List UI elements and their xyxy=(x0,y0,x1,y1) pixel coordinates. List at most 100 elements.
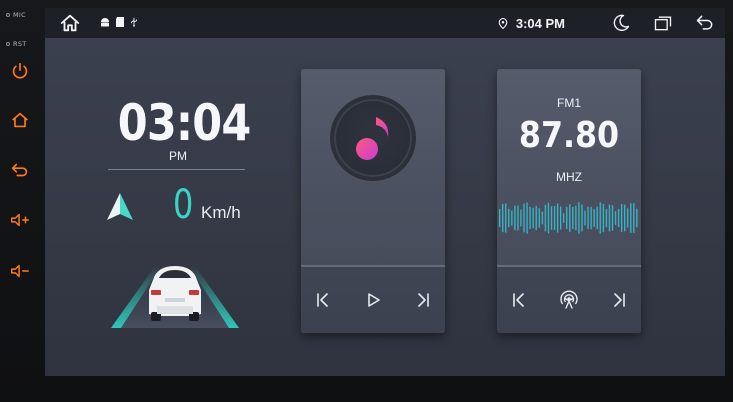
waveform-bar xyxy=(575,205,577,231)
radio-frequency: 87.80 xyxy=(518,115,620,156)
speed-value: 0 xyxy=(173,182,194,228)
music-previous-button[interactable] xyxy=(313,290,333,310)
power-icon xyxy=(12,62,28,79)
waveform-bar xyxy=(550,206,553,230)
waveform-bar xyxy=(593,209,595,227)
waveform-bar xyxy=(553,206,556,230)
reset-hole-icon xyxy=(6,42,10,46)
music-next-button[interactable] xyxy=(413,290,433,310)
waveform-bar xyxy=(535,205,537,231)
waveform-bar xyxy=(499,209,501,227)
waveform-bar xyxy=(578,202,580,234)
night-mode-icon[interactable] xyxy=(611,13,631,33)
radio-band: FM1 xyxy=(557,96,581,110)
navigation-arrow-icon[interactable] xyxy=(104,191,136,223)
waveform-bar xyxy=(520,209,522,227)
home-icon xyxy=(12,112,28,128)
waveform-bar xyxy=(596,206,598,230)
speed-unit: Km/h xyxy=(201,203,241,222)
clock-time[interactable]: 03:04 xyxy=(118,94,251,152)
waveform-bar xyxy=(590,206,592,230)
waveform-bar xyxy=(608,204,611,232)
clock-ampm: PM xyxy=(169,149,187,163)
hw-volume-down-button[interactable] xyxy=(9,260,31,282)
hardware-side-keys: MIC RST xyxy=(0,0,44,402)
waveform-bar xyxy=(605,208,608,228)
previous-icon xyxy=(317,293,328,307)
waveform-bar xyxy=(614,211,617,225)
status-right-cluster: 3:04 PM xyxy=(498,8,715,38)
waveform-bar xyxy=(636,208,638,228)
waveform-bar xyxy=(624,204,626,232)
rst-indicator[interactable]: RST xyxy=(6,40,27,48)
waveform-bar xyxy=(566,206,568,230)
waveform-bar xyxy=(611,205,614,231)
waveform-bar xyxy=(514,205,516,231)
mic-hole-icon xyxy=(6,13,10,17)
waveform-bar xyxy=(621,203,623,233)
radio-card[interactable]: FM1 87.80 MHZ xyxy=(497,69,641,333)
waveform-bar xyxy=(544,204,547,232)
radio-signal-button[interactable] xyxy=(559,290,579,310)
waveform-bar xyxy=(560,206,562,230)
radio-next-button[interactable] xyxy=(609,290,629,310)
waveform-bar xyxy=(581,204,583,232)
status-home-button[interactable] xyxy=(59,12,81,34)
head-unit-bezel: MIC RST 3:04 PM 03:04 PM 0 Km/h FM1 87.8… xyxy=(0,0,733,402)
waveform-bar xyxy=(505,203,507,233)
radio-previous-button[interactable] xyxy=(509,290,529,310)
waveform-bar xyxy=(630,203,632,233)
system-status-icons xyxy=(99,16,139,28)
waveform-bar xyxy=(633,203,635,233)
waveform-bar xyxy=(569,204,571,232)
music-disc[interactable] xyxy=(330,95,416,181)
radio-unit: MHZ xyxy=(556,170,582,184)
sd-card-icon xyxy=(116,17,124,27)
waveform-bar xyxy=(538,208,541,228)
location-pin-icon xyxy=(498,17,508,29)
clock-divider xyxy=(108,169,245,170)
display-screen: 3:04 PM 03:04 PM 0 Km/h FM1 87.80 MHZ xyxy=(45,8,725,376)
volume-up-icon xyxy=(11,213,29,227)
waveform-bar xyxy=(584,210,586,226)
waveform-bar xyxy=(508,208,510,228)
back-icon xyxy=(11,163,28,177)
waveform-bar xyxy=(617,208,620,228)
music-play-button[interactable] xyxy=(363,290,383,310)
waveform-bar xyxy=(627,208,629,228)
mic-label: MIC xyxy=(13,11,26,19)
car-road-illustration xyxy=(111,266,239,328)
usb-icon xyxy=(131,17,137,27)
waveform-bar xyxy=(599,202,602,234)
recent-apps-icon[interactable] xyxy=(653,13,673,33)
waveform-bar xyxy=(523,203,525,233)
hw-home-button[interactable] xyxy=(9,109,31,131)
play-icon xyxy=(368,293,380,307)
music-controls xyxy=(301,267,445,333)
hw-back-button[interactable] xyxy=(9,159,31,181)
waveform-bar xyxy=(587,206,589,230)
mic-indicator: MIC xyxy=(6,11,26,19)
hw-power-button[interactable] xyxy=(9,60,31,82)
waveform-bar xyxy=(529,206,531,230)
radio-signal-icon xyxy=(560,290,578,309)
next-icon xyxy=(418,293,429,307)
waveform-bar xyxy=(556,203,559,233)
waveform-bar xyxy=(572,207,574,229)
next-icon xyxy=(614,293,625,307)
music-card[interactable] xyxy=(301,69,445,333)
waveform-bar xyxy=(547,202,550,234)
hw-volume-up-button[interactable] xyxy=(9,209,31,231)
previous-icon xyxy=(513,293,524,307)
status-bar: 3:04 PM xyxy=(45,8,725,38)
volume-down-icon xyxy=(11,264,29,278)
waveform-bar xyxy=(511,210,513,226)
waveform-bar xyxy=(602,203,605,233)
android-icon xyxy=(101,18,109,27)
home-icon xyxy=(60,14,80,32)
back-icon[interactable] xyxy=(695,13,715,33)
status-time: 3:04 PM xyxy=(515,15,565,31)
waveform-bar xyxy=(502,203,504,233)
car-icon xyxy=(149,266,201,321)
waveform-bar xyxy=(517,205,519,231)
